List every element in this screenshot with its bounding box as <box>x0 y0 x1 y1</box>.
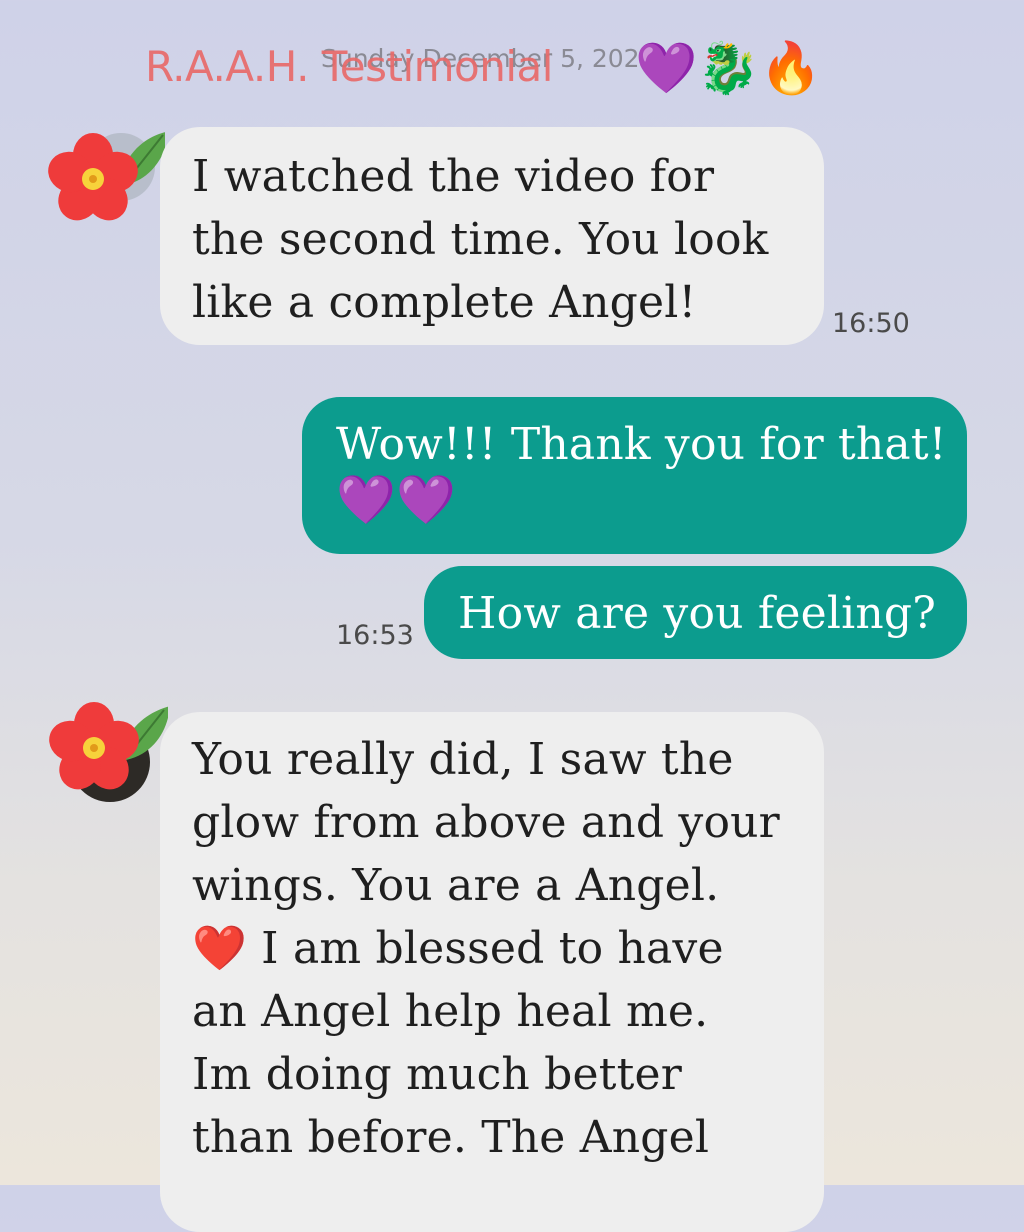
message-line: than before. The Angel <box>192 1112 710 1163</box>
testimonial-title: R.A.A.H. Testimonial <box>145 42 553 91</box>
header: Sunday December 5, 2021 R.A.A.H. Testimo… <box>145 36 845 106</box>
title-emojis: 💜🐉🔥 <box>635 39 822 97</box>
red-flower-icon <box>49 702 170 802</box>
sender-avatar[interactable] <box>45 127 169 227</box>
message-bubble-incoming[interactable]: You really did, I saw the glow from abov… <box>160 712 824 1232</box>
message-timestamp: 16:50 <box>832 308 910 339</box>
message-bubble-outgoing[interactable]: Wow!!! Thank you for that! 💜💜 <box>302 397 967 554</box>
red-flower-icon <box>48 131 169 221</box>
message-line: Wow!!! Thank you for that! <box>336 419 947 470</box>
message-line: I watched the video for <box>192 151 715 202</box>
message-line: Im doing much better <box>192 1049 682 1100</box>
message-line: ❤️ I am blessed to have <box>192 923 724 974</box>
message-bubble-outgoing[interactable]: How are you feeling? <box>424 566 967 659</box>
message-line: an Angel help heal me. <box>192 986 709 1037</box>
message-line: You really did, I saw the <box>192 734 734 785</box>
message-timestamp: 16:53 <box>336 620 414 651</box>
message-line: like a complete Angel! <box>192 277 697 328</box>
message-line: wings. You are a Angel. <box>192 860 720 911</box>
message-line: How are you feeling? <box>458 588 937 639</box>
sender-avatar[interactable] <box>48 702 170 802</box>
message-emojis: 💜💜 <box>336 472 456 528</box>
message-line: glow from above and your <box>192 797 780 848</box>
message-line: the second time. You look <box>192 214 769 265</box>
message-bubble-incoming[interactable]: I watched the video for the second time.… <box>160 127 824 345</box>
